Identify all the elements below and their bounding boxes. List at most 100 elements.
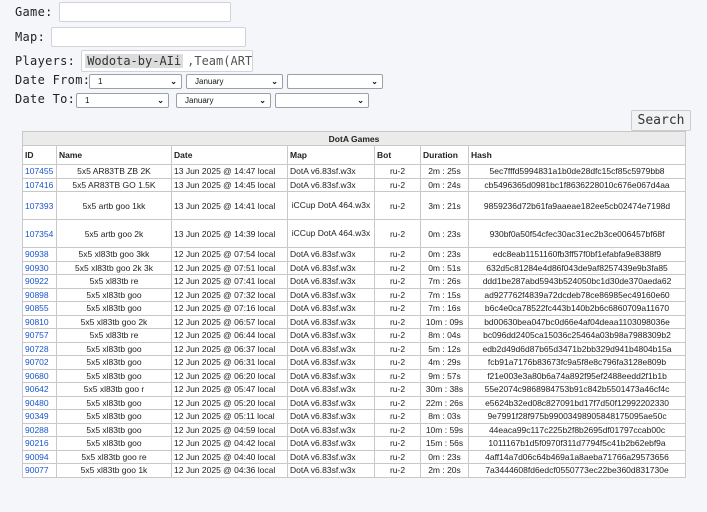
- table-row[interactable]: 90922 5x5 xl83tb re 12 Jun 2025 @ 07:41 lo…: [22, 274, 687, 289]
- to-year-select[interactable]: ⌄: [275, 93, 369, 108]
- game-date-cell: 12 Jun 2025 @ 04:59 local: [171, 422, 288, 437]
- table-caption: DotA Games: [21, 131, 687, 146]
- game-hash-cell: 632d5c81284e4d86f043de9af8257439e9b3fa85: [467, 260, 687, 275]
- from-day-select[interactable]: 1 ⌄: [89, 74, 182, 89]
- game-date-cell: 12 Jun 2025 @ 07:41 local: [171, 274, 288, 289]
- game-duration-cell: 22m : 26s: [420, 395, 469, 410]
- game-hash-cell: e5624b32ed08c827091bd17f7d50f12992202330: [467, 395, 687, 410]
- date-to-row: Date To:: [15, 92, 75, 106]
- game-hash-cell: 1011167b1d5f0970f311d7794f5c41b2b62ebf9a: [467, 436, 687, 451]
- table-row[interactable]: 107393 5x5 artb goo 1kk 13 Jun 2025 @ 14:4…: [22, 191, 687, 220]
- game-date-cell: 12 Jun 2025 @ 06:57 local: [171, 314, 288, 329]
- game-name-cell: 5x5 xl83tb goo: [56, 436, 172, 451]
- game-bot-cell: ru-2: [374, 287, 421, 302]
- game-bot-cell: ru-2: [374, 382, 421, 397]
- date-from-label: Date From:: [15, 73, 91, 87]
- table-row[interactable]: 90216 5x5 xl83tb goo 12 Jun 2025 @ 04:42 l…: [22, 436, 687, 451]
- game-bot-cell: ru-2: [374, 355, 421, 370]
- game-id-link[interactable]: 90938: [22, 247, 57, 262]
- game-map-cell: iCCup DotA 464.w3x: [287, 219, 375, 248]
- game-input[interactable]: [58, 2, 231, 22]
- game-id-link[interactable]: 90680: [22, 368, 57, 383]
- table-row[interactable]: 90288 5x5 xl83tb goo 12 Jun 2025 @ 04:59 l…: [22, 422, 687, 437]
- game-id-link[interactable]: 90922: [22, 274, 57, 289]
- chevron-down-icon: ⌄: [271, 77, 278, 86]
- game-hash-cell: 9e7991f28f975b99003498905848175095ae50c: [467, 409, 687, 424]
- players-input[interactable]: Wodota-by-AIi ,Team(ARTB: [81, 50, 254, 72]
- table-row[interactable]: 90728 5x5 xl83tb goo 12 Jun 2025 @ 06:37 l…: [22, 341, 687, 356]
- players-rest-text: ,Team(ARTB: [187, 54, 254, 68]
- game-id-link[interactable]: 107455: [22, 164, 57, 179]
- game-map-cell: DotA v6.83sf.w3x: [287, 164, 375, 179]
- table-row[interactable]: 90930 5x5 xl83tb goo 2k 3k 12 Jun 2025 @ 0…: [22, 260, 687, 275]
- table-row[interactable]: 107354 5x5 artb goo 2k 13 Jun 2025 @ 14:39…: [22, 219, 687, 248]
- table-row[interactable]: 107455 5x5 AR83TB ZB 2K 13 Jun 2025 @ 14:4…: [22, 164, 687, 179]
- game-id-link[interactable]: 90702: [22, 355, 57, 370]
- game-id-link[interactable]: 107393: [22, 191, 57, 220]
- game-id-link[interactable]: 90094: [22, 449, 57, 464]
- game-date-cell: 12 Jun 2025 @ 06:44 local: [171, 328, 288, 343]
- game-bot-cell: ru-2: [374, 177, 421, 192]
- game-hash-cell: 930bf0a50f54cfec30ac31ec2b3ce006457bf68f: [467, 219, 687, 248]
- table-row[interactable]: 90855 5x5 xl83tb goo 12 Jun 2025 @ 07:16 l…: [22, 301, 687, 316]
- game-map-cell: DotA v6.83sf.w3x: [287, 177, 375, 192]
- game-hash-cell: 44eaca99c117c225b2f8b2695df01797ccab00c: [467, 422, 687, 437]
- from-month-select[interactable]: January ⌄: [186, 74, 283, 89]
- map-label: Map:: [15, 30, 46, 44]
- game-id-link[interactable]: 90216: [22, 436, 57, 451]
- game-bot-cell: ru-2: [374, 314, 421, 329]
- game-date-cell: 12 Jun 2025 @ 05:11 local: [171, 409, 288, 424]
- players-row: Players: Wodota-by-AIi ,Team(ARTB: [15, 50, 254, 72]
- game-hash-cell: bd00630bea047bc0d66e4af04deaa1103098036e: [467, 314, 687, 329]
- table-row[interactable]: 90077 5x5 xl83tb goo 1k 12 Jun 2025 @ 04:3…: [22, 463, 687, 478]
- game-id-link[interactable]: 90898: [22, 287, 57, 302]
- game-id-link[interactable]: 90728: [22, 341, 57, 356]
- game-id-link[interactable]: 90757: [22, 328, 57, 343]
- game-map-cell: DotA v6.83sf.w3x: [287, 274, 375, 289]
- table-row[interactable]: 90702 5x5 xl83tb goo 12 Jun 2025 @ 06:31 l…: [22, 355, 687, 370]
- table-row[interactable]: 90642 5x5 xl83tb goo r 12 Jun 2025 @ 05:47…: [22, 382, 687, 397]
- game-id-link[interactable]: 90810: [22, 314, 57, 329]
- game-id-link[interactable]: 90642: [22, 382, 57, 397]
- game-id-link[interactable]: 90480: [22, 395, 57, 410]
- game-map-cell: DotA v6.83sf.w3x: [287, 341, 375, 356]
- to-day-select[interactable]: 1 ⌄: [76, 93, 169, 108]
- map-input[interactable]: [51, 27, 247, 47]
- table-row[interactable]: 90810 5x5 xl83tb goo 2k 12 Jun 2025 @ 06:5…: [22, 314, 687, 329]
- game-date-cell: 12 Jun 2025 @ 07:51 local: [171, 260, 288, 275]
- table-row[interactable]: 90094 5x5 xl83tb goo re 12 Jun 2025 @ 04:4…: [22, 449, 687, 464]
- game-duration-cell: 0m : 23s: [420, 449, 469, 464]
- table-row[interactable]: 90349 5x5 xl83tb goo 12 Jun 2025 @ 05:11 l…: [22, 409, 687, 424]
- game-bot-cell: ru-2: [374, 463, 421, 478]
- game-bot-cell: ru-2: [374, 328, 421, 343]
- game-id-link[interactable]: 90077: [22, 463, 57, 478]
- game-name-cell: 5x5 xl83tb goo: [56, 301, 172, 316]
- game-id-link[interactable]: 90855: [22, 301, 57, 316]
- table-row[interactable]: 90480 5x5 xl83tb goo 12 Jun 2025 @ 05:20 l…: [22, 395, 687, 410]
- game-id-link[interactable]: 107416: [22, 177, 57, 192]
- game-bot-cell: ru-2: [374, 301, 421, 316]
- search-button[interactable]: Search: [631, 110, 691, 131]
- table-row[interactable]: 90938 5x5 xl83tb goo 3kk 12 Jun 2025 @ 07:…: [22, 247, 687, 262]
- game-id-link[interactable]: 90349: [22, 409, 57, 424]
- game-bot-cell: ru-2: [374, 219, 421, 248]
- from-year-select[interactable]: ⌄: [287, 74, 383, 89]
- from-month-value: January: [195, 77, 224, 86]
- table-row[interactable]: 90757 5x5 xl83tb re 12 Jun 2025 @ 06:44 lo…: [22, 328, 687, 343]
- game-hash-cell: cb5496365d0981bc1f8636228010c676e067d4aa: [467, 177, 687, 192]
- game-id-link[interactable]: 90930: [22, 260, 57, 275]
- to-month-select[interactable]: January ⌄: [176, 93, 271, 108]
- table-row[interactable]: 90680 5x5 xl83tb goo 12 Jun 2025 @ 06:20 l…: [22, 368, 687, 383]
- table-row[interactable]: 107416 5x5 AR83TB GO 1.5K 13 Jun 2025 @ 14…: [22, 177, 687, 192]
- game-hash-cell: fcb91a7176b83673fc9a5f8e8c796fa3128e809b: [467, 355, 687, 370]
- game-name-cell: 5x5 xl83tb goo: [56, 395, 172, 410]
- game-date-cell: 12 Jun 2025 @ 07:16 local: [171, 301, 288, 316]
- game-date-cell: 12 Jun 2025 @ 04:42 local: [171, 436, 288, 451]
- game-id-link[interactable]: 90288: [22, 422, 57, 437]
- game-map-cell: DotA v6.83sf.w3x: [287, 463, 375, 478]
- game-map-cell: iCCup DotA 464.w3x: [287, 191, 375, 220]
- game-hash-cell: f21e003e3a80b6a74a892f95ef2488eedd2f1b1b: [467, 368, 687, 383]
- table-row[interactable]: 90898 5x5 xl83tb goo 12 Jun 2025 @ 07:32 l…: [22, 287, 687, 302]
- game-hash-cell: 55e2074c9868984753b91c842b5501473a46cf4c: [467, 382, 687, 397]
- game-id-link[interactable]: 107354: [22, 219, 57, 248]
